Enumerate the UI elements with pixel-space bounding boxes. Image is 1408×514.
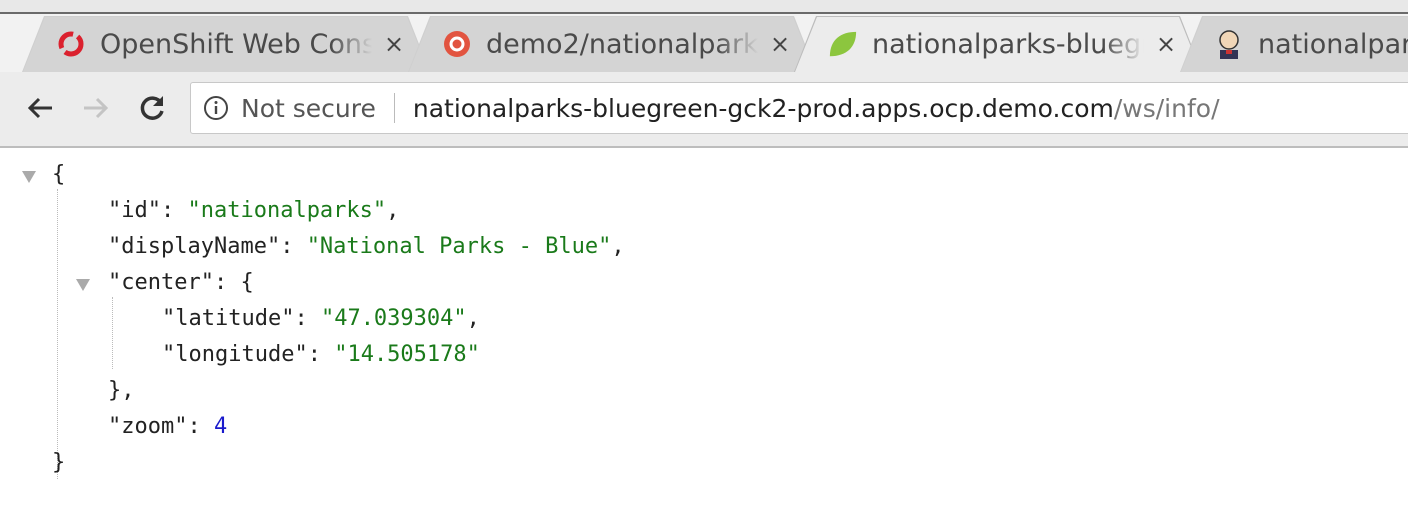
browser-toolbar: Not secure nationalparks-bluegreen-gck2-… [0,72,1408,148]
openshift-icon [56,29,86,59]
close-icon[interactable]: × [384,30,404,58]
arrow-right-icon [84,97,109,119]
tab-jenkins[interactable]: nationalparks [1180,16,1408,72]
tab-title: nationalparks [1258,28,1408,60]
back-button[interactable] [20,88,60,128]
url-path: /ws/info/ [1113,93,1220,123]
json-line-close: } [52,450,66,475]
divider [393,93,395,123]
info-icon[interactable] [203,95,229,121]
forward-button[interactable] [76,88,116,128]
url-host: nationalparks-bluegreen-gck2-prod.apps.o… [412,93,1114,123]
json-line-latitude: "latitude": "47.039304", [162,306,480,331]
tab-bar: OpenShift Web Console × demo2/nationalpa… [0,14,1408,72]
json-line-longitude: "longitude": "14.505178" [162,342,480,367]
window-top-strip [0,0,1408,14]
collapse-triangle-icon[interactable] [22,171,36,183]
tab-nationalparks-bluegreen[interactable]: nationalparks-bluegreen × [794,16,1202,72]
close-icon[interactable]: × [770,30,790,58]
tab-gogs[interactable]: demo2/nationalparks × [408,16,816,72]
arrow-left-icon [27,97,52,119]
json-line-center: "center": { [0,265,625,301]
close-icon[interactable]: × [1156,30,1176,58]
url-text[interactable]: nationalparks-bluegreen-gck2-prod.apps.o… [413,94,1220,123]
security-label[interactable]: Not secure [241,94,376,123]
address-bar[interactable]: Not secure nationalparks-bluegreen-gck2-… [190,82,1408,134]
json-viewer: { "id": "nationalparks", "displayName": … [0,157,625,481]
reload-button[interactable] [132,88,172,128]
jenkins-icon [1214,29,1244,59]
json-line-id: "id": "nationalparks", [108,198,400,223]
json-line-zoom: "zoom": 4 [108,414,228,439]
reload-icon [140,96,164,120]
tab-title: demo2/nationalparks [486,28,758,60]
json-line-open: { [0,157,625,193]
tab-title: OpenShift Web Console [100,28,372,60]
tab-title: nationalparks-bluegreen [872,28,1144,60]
json-line-center-close: }, [108,378,135,403]
tab-openshift[interactable]: OpenShift Web Console × [22,16,430,72]
json-line-displayname: "displayName": "National Parks - Blue", [108,234,625,259]
gogs-icon [442,29,472,59]
collapse-triangle-icon[interactable] [76,279,90,291]
spring-leaf-icon [828,29,858,59]
